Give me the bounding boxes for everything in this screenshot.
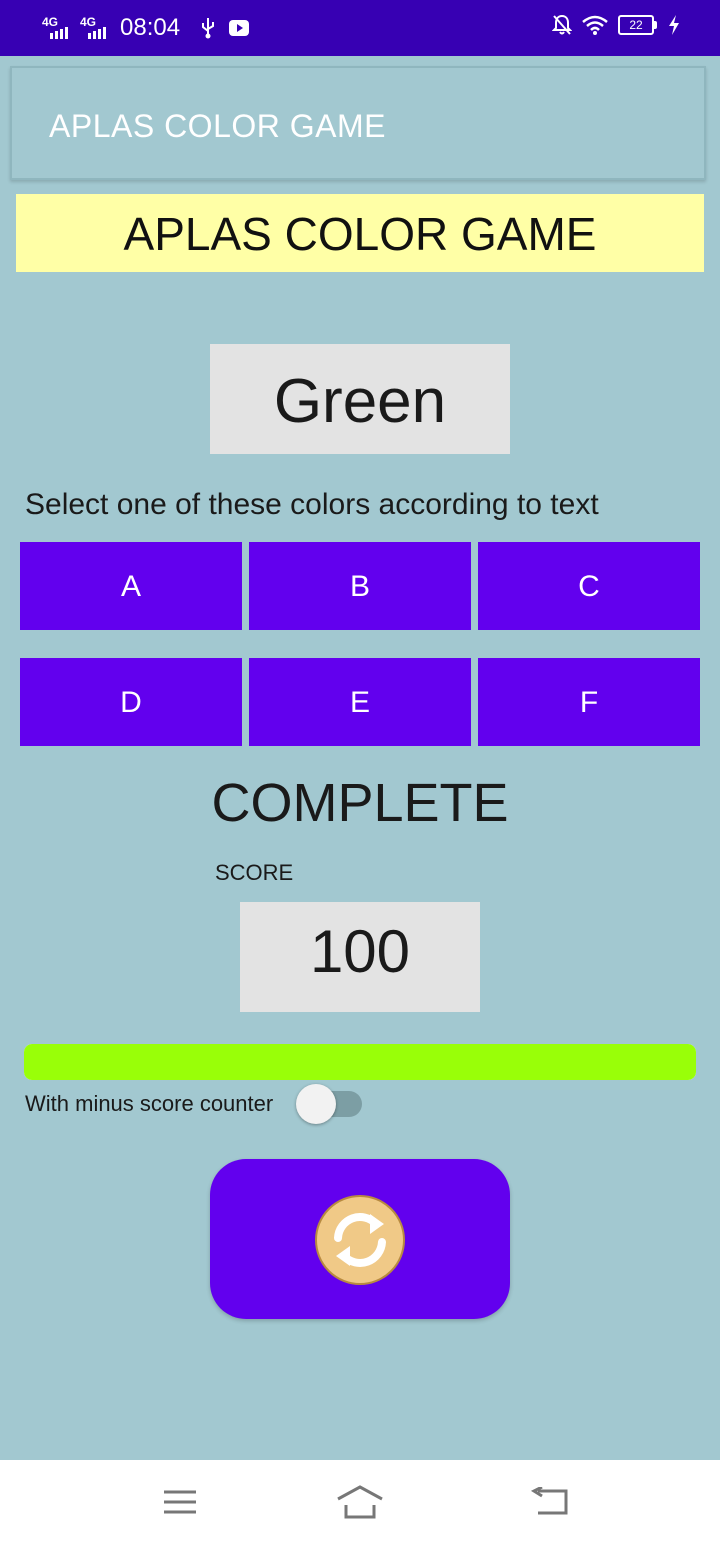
notifications-off-icon — [552, 14, 572, 36]
option-f-button[interactable]: F — [478, 658, 700, 746]
charging-icon — [668, 15, 680, 35]
usb-icon — [200, 17, 216, 39]
minus-score-switch-label: With minus score counter — [25, 1091, 274, 1116]
instruction-text: Select one of these colors according to … — [25, 488, 599, 521]
battery-icon: 22 — [618, 15, 657, 35]
status-bar: 4G 4G 08:04 22 — [0, 0, 720, 56]
app-bar-title: APLAS COLOR GAME — [49, 108, 386, 144]
navigation-bar — [0, 1460, 720, 1544]
game-title-banner: APLAS COLOR GAME — [16, 194, 704, 272]
signal-1-icon: 4G — [42, 15, 74, 41]
progress-bar-fill — [24, 1044, 696, 1080]
color-word-display: Green — [210, 344, 510, 454]
home-icon[interactable] — [336, 1480, 384, 1524]
wifi-icon — [582, 15, 608, 35]
option-e-button[interactable]: E — [249, 658, 471, 746]
option-a-button[interactable]: A — [20, 542, 242, 630]
option-c-button[interactable]: C — [478, 542, 700, 630]
status-bar-left: 4G 4G 08:04 — [42, 14, 250, 42]
option-b-button[interactable]: B — [249, 542, 471, 630]
back-icon[interactable] — [526, 1480, 574, 1524]
refresh-icon — [315, 1195, 405, 1285]
app-bar: APLAS COLOR GAME — [10, 66, 706, 180]
score-label: SCORE — [215, 860, 294, 885]
switch-thumb — [296, 1084, 336, 1124]
menu-icon[interactable] — [156, 1480, 204, 1524]
signal-2-icon: 4G — [80, 15, 112, 41]
score-value: 100 — [240, 902, 480, 1012]
minus-score-switch[interactable] — [296, 1084, 364, 1124]
progress-bar — [24, 1044, 696, 1080]
game-status-text: COMPLETE — [211, 773, 509, 833]
clock: 08:04 — [120, 14, 181, 41]
youtube-icon — [228, 19, 250, 37]
status-bar-right: 22 — [552, 14, 680, 36]
refresh-button[interactable] — [210, 1159, 510, 1319]
option-d-button[interactable]: D — [20, 658, 242, 746]
